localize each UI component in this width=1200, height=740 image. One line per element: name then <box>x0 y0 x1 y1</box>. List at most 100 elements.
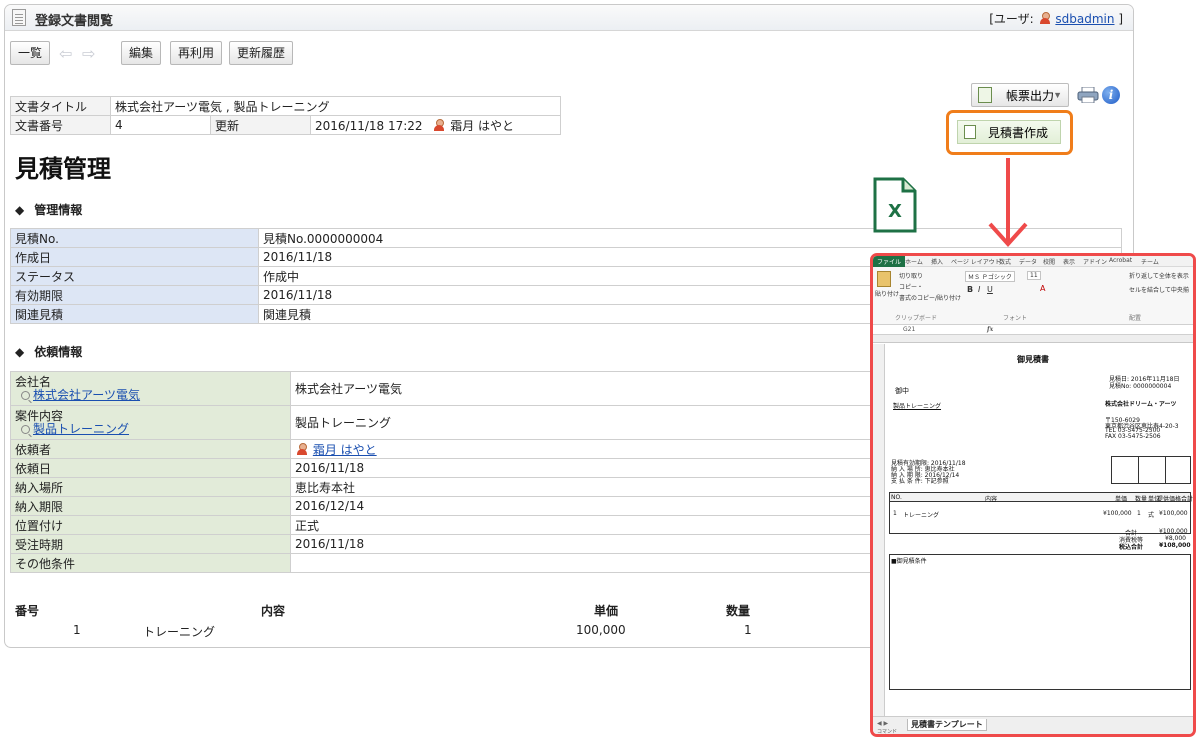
notes-box <box>889 554 1191 690</box>
report-output-label: 帳票出力 <box>1005 89 1054 103</box>
total: ¥108,000 <box>1159 542 1191 549</box>
wrap-text-label[interactable]: 折り返して全体を表示 <box>1129 271 1189 280</box>
request-label: その他条件 <box>10 553 291 573</box>
company-link[interactable]: 株式会社アーツ電気 <box>33 388 140 402</box>
chevron-down-icon: ▼ <box>1053 90 1062 100</box>
subtotal: ¥100,000 <box>1159 528 1188 535</box>
excel-tab[interactable]: 表示 <box>1063 257 1075 266</box>
doc-info-table: 文書タイトル 株式会社アーツ電気 , 製品トレーニング 文書番号 4 更新 20… <box>10 96 561 135</box>
copy-label[interactable]: コピー・ <box>899 282 923 291</box>
user-link[interactable]: sdbadmin <box>1055 12 1114 26</box>
back-arrow-icon[interactable]: ⇦ <box>59 45 77 63</box>
items-header-unit-price: 単価 <box>594 604 619 618</box>
tax: ¥8,000 <box>1165 535 1186 542</box>
doc-number-value: 4 <box>110 115 211 135</box>
cell-reference[interactable]: G21 <box>903 326 915 333</box>
sheet-nav-icon[interactable]: ◀ ▶ <box>877 720 888 727</box>
updater-icon <box>434 118 445 131</box>
request-label: 受注時期 <box>10 534 291 554</box>
excel-tab[interactable]: チーム <box>1141 257 1159 266</box>
update-history-button[interactable]: 更新履歴 <box>229 41 294 65</box>
excel-tab[interactable]: 校閲 <box>1043 257 1055 266</box>
excel-row-numbers <box>873 344 885 716</box>
info-icon[interactable]: i <box>1102 86 1120 104</box>
total-label: 税込合計 <box>1119 544 1144 551</box>
item-number: 1 <box>73 623 81 637</box>
report-output-button[interactable]: 帳票出力 ▼ <box>971 83 1069 107</box>
user-info: [ユーザ: sdbadmin ] <box>989 10 1123 27</box>
font-size-select[interactable]: 11 <box>1027 271 1041 280</box>
issuer-company: 株式会社ドリーム・アーツ <box>1105 401 1177 408</box>
excel-formula-bar: G21 fx <box>873 325 1193 335</box>
document-icon <box>12 9 26 26</box>
stamp-boxes <box>1111 456 1191 484</box>
management-label: 見積No. <box>10 228 259 248</box>
request-section-heading: ◆ 依頼情報 <box>15 345 83 359</box>
estimate-document: 御見積書 見積日: 2016年11月18日 見積No: 0000000004 御… <box>889 344 1193 716</box>
management-label: ステータス <box>10 266 259 286</box>
estimate-subject: 製品トレーニング <box>893 403 942 410</box>
list-button[interactable]: 一覧 <box>10 41 51 65</box>
italic-button[interactable]: I <box>978 285 980 294</box>
paste-icon[interactable] <box>877 271 891 287</box>
updated-by: 霜月 はやと <box>450 118 515 133</box>
sheet-tab[interactable]: 見積書テンプレート <box>907 719 987 731</box>
recipient: 御中 <box>895 387 909 395</box>
cut-label[interactable]: 切り取り <box>899 271 923 280</box>
title-bar: 登録文書閲覧 [ユーザ: sdbadmin ] <box>5 5 1133 31</box>
items-header-number: 番号 <box>15 604 40 618</box>
excel-preview-panel: ファイル ホーム 挿入 ページ レイアウト 数式 データ 校閲 表示 アドイン … <box>870 253 1196 737</box>
line-items-body <box>889 502 1191 534</box>
excel-column-headers <box>873 335 1193 343</box>
paste-label[interactable]: 貼り付け <box>875 289 899 298</box>
request-label: 納入期限 <box>10 496 291 516</box>
reuse-button[interactable]: 再利用 <box>170 41 223 65</box>
edit-button[interactable]: 編集 <box>121 41 162 65</box>
request-label: 納入場所 <box>10 477 291 497</box>
excel-tab[interactable]: ホーム <box>905 257 923 266</box>
status-text: コマンド <box>877 729 898 735</box>
excel-ribbon-tabs: ファイル ホーム 挿入 ページ レイアウト 数式 データ 校閲 表示 アドイン … <box>873 256 1193 267</box>
diamond-icon: ◆ <box>15 345 25 359</box>
printer-icon[interactable] <box>1077 87 1099 103</box>
table-row: 見積No. 見積No.0000000004 <box>10 228 1122 248</box>
arrow-down-icon <box>988 158 1028 247</box>
condition-line: 支 払 条 件: 下記参照 <box>891 478 949 485</box>
updated-value: 2016/11/18 17:22 <box>315 118 423 133</box>
items-header-content: 内容 <box>261 604 286 618</box>
excel-tab[interactable]: 数式 <box>999 257 1011 266</box>
excel-tab[interactable]: 挿入 <box>931 257 943 266</box>
user-suffix: ] <box>1118 12 1123 26</box>
clipboard-group-label: クリップボード <box>895 315 938 322</box>
doc-title-label: 文書タイトル <box>10 96 111 116</box>
bold-button[interactable]: B <box>967 285 973 294</box>
requester-link[interactable]: 霜月 はやと <box>313 443 377 457</box>
excel-tab[interactable]: ページ レイアウト <box>951 257 1001 266</box>
item-unit-price: 100,000 <box>576 623 626 637</box>
search-icon <box>21 390 30 400</box>
page-heading: 見積管理 <box>15 155 111 183</box>
excel-tab[interactable]: データ <box>1019 257 1037 266</box>
format-copy-label[interactable]: 書式のコピー/貼り付け <box>899 293 961 302</box>
font-name-select[interactable]: ＭＳ Ｐゴシック <box>965 271 1015 282</box>
management-label: 関連見積 <box>10 304 259 324</box>
case-link[interactable]: 製品トレーニング <box>33 422 129 436</box>
user-prefix: [ユーザ: <box>989 12 1034 26</box>
forward-arrow-icon[interactable]: ⇨ <box>82 45 100 63</box>
font-color-button[interactable]: A <box>1040 284 1045 293</box>
create-estimate-button[interactable]: 見積書作成 <box>957 120 1061 144</box>
excel-tab[interactable]: Acrobat <box>1109 257 1132 264</box>
estimate-doc-title: 御見積書 <box>1017 355 1049 364</box>
user-icon <box>1039 12 1050 24</box>
search-icon <box>21 424 30 434</box>
function-icon[interactable]: fx <box>987 326 993 333</box>
management-label: 有効期限 <box>10 285 259 305</box>
excel-tab[interactable]: ファイル <box>873 256 906 267</box>
merge-center-label[interactable]: セルを結合して中央揃 <box>1129 285 1189 294</box>
estimate-highlight: 見積書作成 <box>946 110 1073 155</box>
issuer-fax: FAX 03-5475-2506 <box>1105 433 1161 440</box>
excel-tab[interactable]: アドイン <box>1083 257 1107 266</box>
underline-button[interactable]: U <box>987 285 993 294</box>
report-icon <box>978 87 992 103</box>
request-label: 位置付け <box>10 515 291 535</box>
